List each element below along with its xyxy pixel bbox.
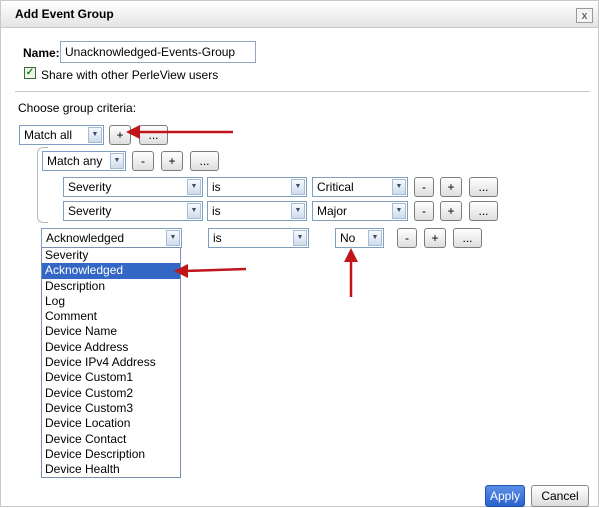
apply-button[interactable]: Apply xyxy=(485,485,525,507)
arrow-to-add-button-head xyxy=(126,125,140,139)
add-event-group-dialog: Add Event Group x Name: ✓ Share with oth… xyxy=(0,0,599,507)
arrow-to-no-value-head xyxy=(344,248,358,262)
annotation-arrows xyxy=(126,125,358,297)
arrow-to-acknowledged xyxy=(184,267,247,273)
arrow-to-acknowledged-head xyxy=(174,264,188,278)
cancel-button[interactable]: Cancel xyxy=(531,485,589,507)
